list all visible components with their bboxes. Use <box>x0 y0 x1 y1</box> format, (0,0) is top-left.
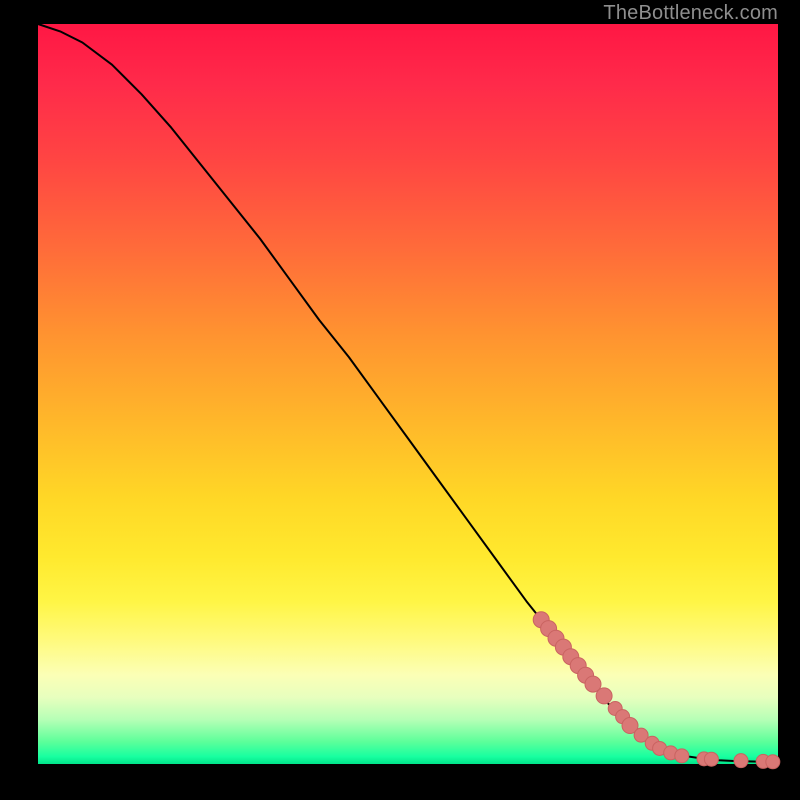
plot-area <box>38 24 778 764</box>
data-markers <box>533 612 780 769</box>
chart-frame: TheBottleneck.com <box>0 0 800 800</box>
watermark-text: TheBottleneck.com <box>603 2 778 25</box>
data-marker <box>734 754 748 768</box>
data-marker <box>596 688 612 704</box>
data-marker <box>675 749 689 763</box>
data-marker <box>766 755 780 769</box>
chart-svg <box>38 24 778 764</box>
data-marker <box>704 752 718 766</box>
curve-line <box>38 24 778 762</box>
